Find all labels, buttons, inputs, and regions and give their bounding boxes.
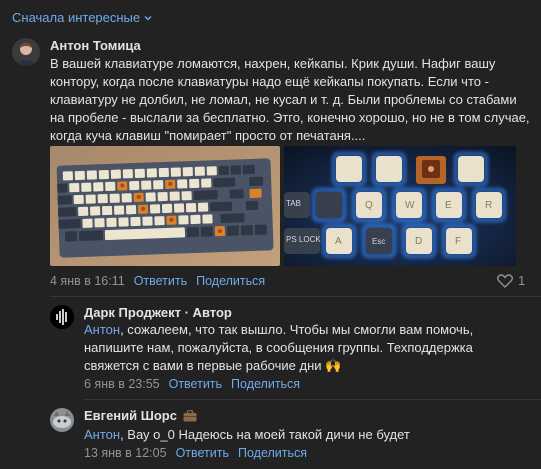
sort-dropdown[interactable]: Сначала интересные: [12, 10, 152, 25]
avatar[interactable]: [50, 305, 74, 329]
post-meta: 4 янв в 16:11 Ответить Поделиться: [50, 274, 265, 288]
key-label-esc: Esc: [372, 237, 385, 246]
reply-text: Антон, Вау о_0 Надеюсь на моей такой дич…: [84, 426, 524, 444]
reply-author-name[interactable]: Дарк Проджект · Автор: [84, 305, 232, 320]
key-label-caps: PS LOCK: [286, 235, 321, 244]
reply-meta: 13 янв в 12:05 Ответить Поделиться: [84, 446, 307, 460]
share-button[interactable]: Поделиться: [238, 446, 307, 460]
like-count: 1: [518, 273, 526, 288]
post-date[interactable]: 4 янв в 16:11: [50, 274, 125, 288]
user-avatar-image: [12, 38, 40, 66]
divider: [84, 399, 541, 400]
key-label-w: W: [405, 200, 415, 211]
post-text: В вашей клавиатуре ломаются, нахрен, кей…: [50, 56, 530, 143]
key-label-tab: TAB: [286, 199, 301, 208]
keyboard-photo-2-image: TAB PS LOCK Esc Q W E R A D F: [284, 146, 516, 266]
user-avatar-image: [50, 408, 74, 432]
divider: [50, 296, 541, 297]
reply-button[interactable]: Ответить: [169, 377, 222, 391]
key-label-e: E: [445, 200, 452, 211]
reply-meta: 6 янв в 23:55 Ответить Поделиться: [84, 377, 300, 391]
key-label-r: R: [485, 200, 492, 211]
reply-button[interactable]: Ответить: [176, 446, 229, 460]
like-button[interactable]: 1: [497, 273, 525, 288]
post-author-name[interactable]: Антон Томица: [50, 38, 141, 53]
key-label-a: A: [335, 236, 342, 247]
share-button[interactable]: Поделиться: [231, 377, 300, 391]
chevron-down-icon: [144, 15, 152, 20]
reply-body: , сожалеем, что так вышло. Чтобы мы смог…: [84, 322, 474, 373]
briefcase-icon: [183, 409, 197, 421]
avatar[interactable]: [12, 38, 40, 66]
share-button[interactable]: Поделиться: [196, 274, 265, 288]
brand-logo-icon: [50, 305, 74, 329]
key-label-f: F: [455, 236, 461, 247]
key-label-q: Q: [365, 200, 373, 211]
mention-link[interactable]: Антон: [84, 427, 120, 442]
reply-body: , Вау о_0 Надеюсь на моей такой дичи не …: [120, 427, 410, 442]
reply-text: Антон, сожалеем, что так вышло. Чтобы мы…: [84, 321, 524, 375]
reply-author-name[interactable]: Евгений Шорс: [84, 408, 197, 423]
reply-author-label: Евгений Шорс: [84, 408, 177, 423]
reply-date[interactable]: 13 янв в 12:05: [84, 446, 167, 460]
reply-date[interactable]: 6 янв в 23:55: [84, 377, 160, 391]
keyboard-photo-1-image: [50, 146, 280, 266]
sort-label: Сначала интересные: [12, 10, 141, 25]
heart-icon: [497, 273, 513, 288]
mention-link[interactable]: Антон: [84, 322, 120, 337]
key-label-d: D: [415, 236, 422, 247]
keyboard-photo-2[interactable]: TAB PS LOCK Esc Q W E R A D F: [284, 146, 516, 266]
keyboard-photo-1[interactable]: [50, 146, 280, 266]
avatar[interactable]: [50, 408, 74, 432]
reply-button[interactable]: Ответить: [134, 274, 187, 288]
